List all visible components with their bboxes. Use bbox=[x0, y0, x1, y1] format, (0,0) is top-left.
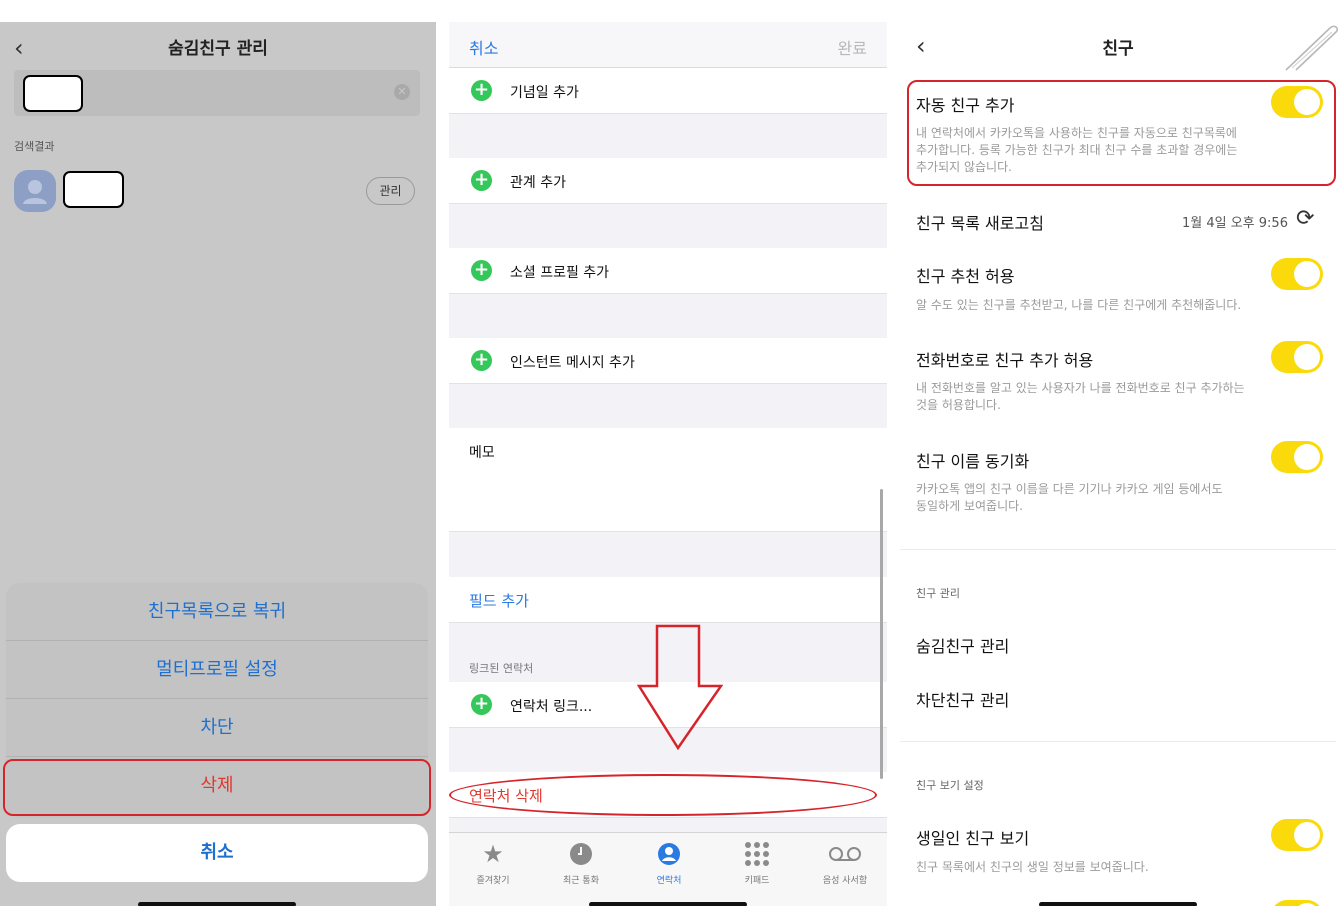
delete-highlight-box bbox=[3, 759, 431, 816]
tab-keypad[interactable]: 키패드 bbox=[713, 839, 801, 886]
tab-label: 음성 사서함 bbox=[822, 876, 868, 886]
multi-profile-button[interactable]: 멀티프로필 설정 bbox=[6, 641, 428, 699]
refresh-icon[interactable]: ⟳ bbox=[1296, 206, 1314, 231]
add-relation-row[interactable]: + 관계 추가 bbox=[449, 158, 887, 204]
block-button[interactable]: 차단 bbox=[6, 699, 428, 757]
plus-icon: + bbox=[471, 80, 492, 101]
tab-voicemail[interactable]: 음성 사서함 bbox=[801, 839, 887, 886]
home-indicator bbox=[589, 902, 747, 906]
add-social-profile-row[interactable]: + 소셜 프로필 추가 bbox=[449, 248, 887, 294]
person-circle-icon bbox=[625, 839, 713, 869]
refresh-timestamp: 1월 4일 오후 9:56 bbox=[1182, 216, 1288, 231]
tab-label: 키패드 bbox=[744, 876, 770, 886]
friend-settings-panel: ‹ 친구 자동 친구 추가 내 연락처에서 카카오톡을 사용하는 친구를 자동으… bbox=[900, 22, 1343, 906]
friend-manage-header: 친구 관리 bbox=[916, 587, 960, 600]
phone-add-toggle[interactable] bbox=[1271, 341, 1323, 373]
recommend-desc: 알 수도 있는 친구를 추천받고, 나를 다른 친구에게 추천해줍니다. bbox=[916, 298, 1242, 312]
hidden-friends-panel: ‹ 숨김친구 관리 ✕ 검색결과 관리 친구목록으로 복귀 멀티프로필 설정 차… bbox=[0, 22, 436, 906]
auto-add-highlight bbox=[907, 80, 1336, 186]
plus-icon: + bbox=[471, 170, 492, 191]
add-instant-message-row[interactable]: + 인스턴트 메시지 추가 bbox=[449, 338, 887, 384]
linked-contacts-header: 링크된 연락처 bbox=[469, 662, 534, 675]
clear-icon[interactable]: ✕ bbox=[394, 84, 410, 100]
tab-label: 즐겨찾기 bbox=[476, 876, 510, 886]
hidden-friends-link[interactable]: 숨김친구 관리 bbox=[916, 633, 1009, 657]
page-title: 숨김친구 관리 bbox=[168, 39, 268, 59]
home-indicator bbox=[1039, 902, 1197, 906]
recommend-toggle[interactable] bbox=[1271, 258, 1323, 290]
person-icon bbox=[23, 180, 47, 204]
row-label: 소셜 프로필 추가 bbox=[510, 265, 610, 281]
friend-view-header: 친구 보기 설정 bbox=[916, 779, 984, 792]
delete-contact-highlight bbox=[449, 774, 877, 816]
name-sync-desc-2: 동일하게 보여줍니다. bbox=[916, 499, 1023, 513]
nav-bar: 취소 완료 bbox=[449, 22, 887, 68]
add-field-label: 필드 추가 bbox=[469, 592, 529, 610]
memo-label: 메모 bbox=[469, 445, 495, 461]
page-title: 친구 bbox=[1102, 39, 1134, 59]
refresh-title: 친구 목록 새로고침 bbox=[916, 214, 1044, 233]
cancel-button[interactable]: 취소 bbox=[469, 35, 498, 59]
add-anniversary-row[interactable]: + 기념일 추가 bbox=[449, 68, 887, 114]
divider bbox=[900, 741, 1336, 742]
voicemail-icon bbox=[801, 839, 887, 869]
search-results-label: 검색결과 bbox=[14, 140, 55, 153]
next-toggle[interactable] bbox=[1271, 900, 1323, 906]
phone-add-desc-1: 내 전화번호를 알고 있는 사용자가 나를 전화번호로 친구 추가하는 bbox=[916, 381, 1245, 395]
row-label: 관계 추가 bbox=[510, 175, 566, 191]
done-button[interactable]: 완료 bbox=[838, 35, 867, 59]
cancel-button[interactable]: 취소 bbox=[6, 824, 428, 882]
manage-button[interactable]: 관리 bbox=[366, 177, 415, 205]
memo-field[interactable]: 메모 bbox=[449, 428, 887, 532]
redacted-friend-name bbox=[63, 171, 124, 208]
restore-to-friends-button[interactable]: 친구목록으로 복귀 bbox=[6, 583, 428, 641]
recommend-title: 친구 추천 허용 bbox=[916, 267, 1015, 286]
home-indicator bbox=[138, 902, 296, 906]
name-sync-title: 친구 이름 동기화 bbox=[916, 452, 1030, 471]
tab-label: 연락처 bbox=[656, 876, 682, 886]
add-field-row[interactable]: 필드 추가 bbox=[449, 577, 887, 623]
name-sync-toggle[interactable] bbox=[1271, 441, 1323, 473]
tab-bar: ★ 즐겨찾기 최근 통화 연락처 키패드 음성 사서함 bbox=[449, 832, 887, 906]
row-label: 인스턴트 메시지 추가 bbox=[510, 355, 635, 371]
name-sync-desc-1: 카카오톡 앱의 친구 이름을 다른 기기나 카카오 게임 등에서도 bbox=[916, 482, 1223, 496]
plus-icon: + bbox=[471, 694, 492, 715]
paperclip-icon bbox=[1285, 25, 1339, 71]
star-icon: ★ bbox=[482, 840, 504, 868]
blocked-friends-link[interactable]: 차단친구 관리 bbox=[916, 687, 1009, 711]
plus-icon: + bbox=[471, 260, 492, 281]
phone-add-title: 전화번호로 친구 추가 허용 bbox=[916, 351, 1094, 370]
contact-edit-panel: 취소 완료 + 기념일 추가 + 관계 추가 + 소셜 프로필 추가 + 인스턴… bbox=[449, 22, 887, 906]
redacted-search-text bbox=[23, 75, 83, 112]
plus-icon: + bbox=[471, 350, 492, 371]
avatar bbox=[14, 170, 56, 212]
phone-add-desc-2: 것을 허용합니다. bbox=[916, 398, 1001, 412]
tab-contacts[interactable]: 연락처 bbox=[625, 839, 713, 886]
row-label: 기념일 추가 bbox=[510, 85, 579, 101]
birthday-toggle[interactable] bbox=[1271, 819, 1323, 851]
clock-icon bbox=[537, 839, 625, 869]
keypad-icon bbox=[713, 839, 801, 869]
birthday-title: 생일인 친구 보기 bbox=[916, 829, 1030, 848]
divider bbox=[900, 549, 1336, 550]
tab-favorites[interactable]: ★ 즐겨찾기 bbox=[449, 839, 537, 886]
down-arrow-icon bbox=[637, 624, 723, 750]
tab-recents[interactable]: 최근 통화 bbox=[537, 839, 625, 886]
scrollbar[interactable] bbox=[880, 489, 883, 779]
row-label: 연락처 링크... bbox=[510, 699, 593, 715]
birthday-desc: 친구 목록에서 친구의 생일 정보를 보여줍니다. bbox=[916, 860, 1149, 874]
tab-label: 최근 통화 bbox=[563, 876, 599, 886]
